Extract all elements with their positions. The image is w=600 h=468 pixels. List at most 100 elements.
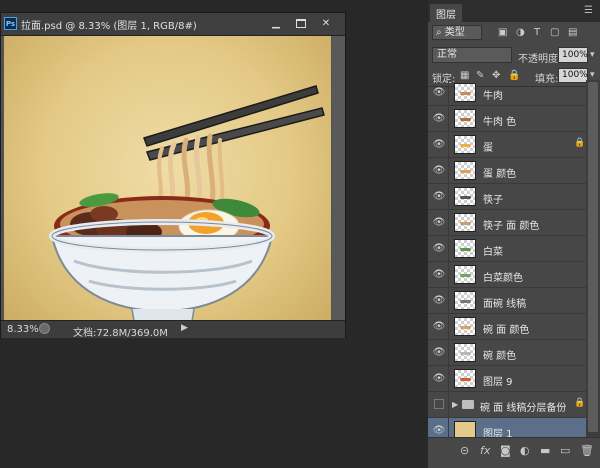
adjustment-layer-icon[interactable]: ◐ [520, 444, 530, 457]
visibility-eye-icon[interactable]: 👁 [432, 216, 446, 230]
layer-row[interactable]: 👁 牛肉 [428, 80, 586, 106]
image-filter-icon[interactable]: ▣ [498, 26, 507, 40]
layer-row[interactable]: 👁 碗 颜色 [428, 340, 586, 366]
layer-thumbnail[interactable] [454, 421, 476, 437]
photoshop-logo-icon: Ps [4, 17, 17, 30]
layer-name[interactable]: 碗 面 线稿分层备份 [480, 399, 566, 414]
layer-row[interactable]: 👁 白菜 [428, 236, 586, 262]
layer-row[interactable]: 👁 蛋 颜色 [428, 158, 586, 184]
layer-name[interactable]: 蛋 [483, 139, 493, 154]
delete-layer-icon[interactable]: 🗑 [580, 444, 594, 457]
filter-kind-select[interactable]: ⌕ 类型 [432, 25, 482, 40]
layer-row[interactable]: 👁 碗 面 颜色 [428, 314, 586, 340]
visibility-eye-icon[interactable]: 👁 [432, 112, 446, 126]
layer-row[interactable]: 👁 蛋 🔒 [428, 132, 586, 158]
thumbnail-content [460, 300, 471, 303]
maximize-icon [296, 18, 306, 28]
layer-group-row[interactable]: ▶ 碗 面 线稿分层备份 🔒 [428, 392, 586, 418]
visibility-eye-icon[interactable]: 👁 [432, 164, 446, 178]
document-titlebar[interactable]: Ps 拉面.psd @ 8.33% (图层 1, RGB/8#) ▁ ✕ [1, 13, 345, 36]
layer-thumbnail[interactable] [454, 265, 476, 284]
layer-lock-icon: 🔒 [574, 398, 586, 408]
smartobject-filter-icon[interactable]: ▤ [568, 26, 577, 40]
layer-name[interactable]: 筷子 [483, 191, 503, 206]
visibility-eye-icon[interactable]: 👁 [432, 346, 446, 360]
blend-mode-select[interactable]: 正常 [432, 47, 512, 63]
document-canvas[interactable] [4, 36, 331, 336]
opacity-slider-arrow-icon[interactable]: ▾ [590, 50, 595, 60]
layer-thumbnail[interactable] [454, 135, 476, 154]
visibility-eye-icon[interactable]: 👁 [432, 190, 446, 204]
tab-layers[interactable]: 图层 [430, 4, 462, 23]
fill-slider-arrow-icon[interactable]: ▾ [590, 70, 595, 80]
layer-thumbnail[interactable] [454, 239, 476, 258]
visibility-eye-icon[interactable]: 👁 [432, 86, 446, 100]
layer-row[interactable]: 👁 图层 1 [428, 418, 586, 437]
visibility-eye-icon[interactable]: 👁 [432, 320, 446, 334]
layer-thumbnail[interactable] [454, 187, 476, 206]
opacity-input[interactable]: 100% [558, 47, 588, 63]
layers-scrollbar[interactable] [586, 80, 600, 437]
new-group-icon[interactable]: ▬ [540, 444, 550, 457]
layer-row[interactable]: 👁 白菜颜色 [428, 262, 586, 288]
adjustment-filter-icon[interactable]: ◑ [516, 26, 525, 40]
layer-thumbnail[interactable] [454, 109, 476, 128]
visibility-divider [448, 106, 449, 132]
layer-thumbnail[interactable] [454, 369, 476, 388]
group-expand-arrow-icon[interactable]: ▶ [452, 400, 458, 409]
layer-name[interactable]: 筷子 面 颜色 [483, 217, 539, 232]
layer-name[interactable]: 牛肉 [483, 87, 503, 102]
layer-name[interactable]: 碗 面 颜色 [483, 321, 529, 336]
layer-name[interactable]: 蛋 颜色 [483, 165, 516, 180]
zoom-level[interactable]: 8.33% [7, 324, 39, 335]
layer-thumbnail[interactable] [454, 83, 476, 102]
fx-icon[interactable]: fx [480, 444, 490, 457]
layer-row[interactable]: 👁 面碗 线稿 [428, 288, 586, 314]
layer-name[interactable]: 图层 9 [483, 373, 513, 388]
layer-name[interactable]: 图层 1 [483, 425, 513, 437]
layer-row[interactable]: 👁 牛肉 色 [428, 106, 586, 132]
layer-name[interactable]: 面碗 线稿 [483, 295, 526, 310]
layer-lock-icon: 🔒 [574, 138, 586, 148]
layer-thumbnail[interactable] [454, 317, 476, 336]
maximize-button[interactable] [290, 16, 312, 31]
new-layer-icon[interactable]: ▭ [560, 444, 570, 457]
visibility-eye-icon[interactable]: 👁 [432, 138, 446, 152]
close-button[interactable]: ✕ [315, 16, 337, 31]
visibility-eye-icon[interactable]: 👁 [432, 242, 446, 256]
layer-name[interactable]: 碗 颜色 [483, 347, 516, 362]
layer-name[interactable]: 白菜颜色 [483, 269, 523, 284]
panel-menu-icon[interactable]: ☰ [584, 5, 593, 16]
minimize-button[interactable]: ▁ [265, 16, 287, 31]
layer-name[interactable]: 白菜 [483, 243, 503, 258]
visibility-toggle-off[interactable] [434, 399, 444, 409]
visibility-divider [448, 184, 449, 210]
status-menu-arrow-icon[interactable]: ▶ [181, 323, 188, 333]
layer-thumbnail[interactable] [454, 213, 476, 232]
add-mask-icon[interactable]: ◙ [500, 444, 511, 457]
visibility-eye-icon[interactable]: 👁 [432, 294, 446, 308]
status-indicator-icon[interactable] [39, 323, 50, 334]
document-size-info: 文档:72.8M/369.0M [73, 328, 168, 339]
document-vertical-scrollbar[interactable] [332, 36, 345, 336]
visibility-divider [448, 236, 449, 262]
thumbnail-content [460, 274, 471, 277]
shape-filter-icon[interactable]: ▢ [550, 26, 559, 40]
document-statusbar: 8.33% 文档:72.8M/369.0M ▶ [1, 320, 345, 339]
type-filter-icon[interactable]: T [534, 26, 540, 40]
layer-row[interactable]: 👁 图层 9 [428, 366, 586, 392]
layer-row[interactable]: 👁 筷子 [428, 184, 586, 210]
visibility-divider [448, 262, 449, 288]
layer-thumbnail[interactable] [454, 161, 476, 180]
link-layers-icon[interactable]: ⊝ [460, 444, 469, 457]
layer-row[interactable]: 👁 筷子 面 颜色 [428, 210, 586, 236]
layer-thumbnail[interactable] [454, 343, 476, 362]
visibility-eye-icon[interactable]: 👁 [432, 372, 446, 386]
layers-scrollbar-thumb[interactable] [588, 82, 598, 432]
layer-name[interactable]: 牛肉 色 [483, 113, 516, 128]
layer-thumbnail[interactable] [454, 291, 476, 310]
thumbnail-content [460, 378, 471, 381]
visibility-eye-icon[interactable]: 👁 [432, 424, 446, 437]
thumbnail-content [460, 222, 471, 225]
visibility-eye-icon[interactable]: 👁 [432, 268, 446, 282]
